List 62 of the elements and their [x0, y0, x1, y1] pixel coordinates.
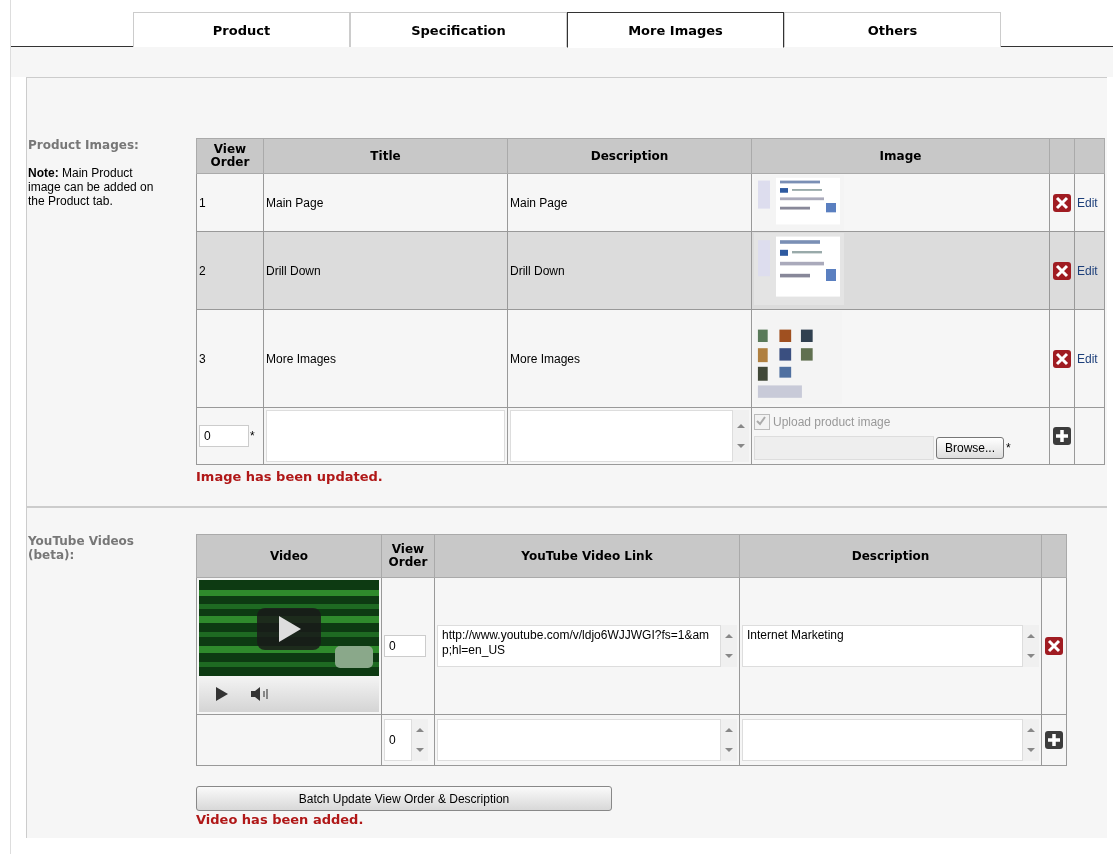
edit-link[interactable]: Edit	[1077, 351, 1098, 366]
browse-button[interactable]: Browse...	[936, 437, 1004, 459]
edit-link[interactable]: Edit	[1077, 195, 1098, 210]
view-order-field[interactable]: 0	[199, 425, 249, 447]
column-header: View Order	[196, 138, 264, 174]
table-cell: More Images	[510, 351, 581, 366]
scroll-arrows-icon[interactable]	[1023, 719, 1039, 761]
delete-icon[interactable]	[1052, 348, 1072, 369]
tab[interactable]: Product	[133, 12, 350, 47]
table-cell: 2	[199, 263, 206, 278]
checkbox-label: Upload product image	[773, 415, 891, 429]
note-text: Note: Main Product image can be added on the Product tab.	[28, 166, 155, 208]
table-cell: Main Page	[510, 195, 568, 210]
title-field[interactable]	[266, 410, 505, 462]
file-path-field[interactable]	[754, 436, 934, 460]
view-order-field[interactable]: 0	[384, 719, 412, 761]
column-header	[1041, 534, 1067, 578]
section-label: Product Images:	[28, 138, 140, 152]
spin-arrows-icon[interactable]	[412, 719, 428, 761]
edit-link[interactable]: Edit	[1077, 263, 1098, 278]
column-header: YouTube Video Link	[434, 534, 740, 578]
column-header: View Order	[381, 534, 435, 578]
table-cell: 3	[199, 351, 206, 366]
status-message: Image has been updated.	[196, 469, 384, 484]
tab[interactable]: Others	[784, 12, 1001, 47]
column-header: Title	[263, 138, 508, 174]
video-link-field[interactable]: http://www.youtube.com/v/ldjo6WJJWGI?fs=1&amp;hl=en_US	[437, 625, 721, 667]
view-order-field[interactable]: 0	[384, 635, 426, 657]
scroll-arrows-icon[interactable]	[721, 719, 737, 761]
column-header: Description	[739, 534, 1042, 578]
add-icon[interactable]	[1044, 730, 1064, 750]
delete-icon[interactable]	[1052, 192, 1072, 213]
video-player[interactable]	[199, 580, 379, 712]
scroll-arrows-icon[interactable]	[721, 625, 737, 667]
column-header	[1049, 138, 1075, 174]
delete-icon[interactable]	[1044, 636, 1064, 656]
status-message: Video has been added.	[196, 812, 365, 827]
video-description-field[interactable]	[742, 719, 1023, 761]
add-icon[interactable]	[1052, 426, 1072, 446]
column-header: Video	[196, 534, 382, 578]
required-mark: *	[250, 429, 255, 443]
delete-icon[interactable]	[1052, 260, 1072, 281]
video-link-field[interactable]	[437, 719, 721, 761]
table-cell: Drill Down	[510, 263, 565, 278]
column-header: Image	[751, 138, 1050, 174]
section-label: YouTube Videos (beta):	[28, 534, 135, 562]
table-cell: 1	[199, 195, 206, 210]
scroll-arrows-icon[interactable]	[733, 410, 749, 462]
scroll-arrows-icon[interactable]	[1023, 625, 1039, 667]
table-row[interactable]: 2 Drill Down Drill Down Edit	[196, 231, 1105, 310]
tab[interactable]: Specification	[350, 12, 567, 47]
table-cell: Drill Down	[266, 263, 321, 278]
batch-update-button[interactable]: Batch Update View Order & Description	[196, 786, 612, 811]
table-cell: More Images	[266, 351, 337, 366]
video-description-field[interactable]: Internet Marketing	[742, 625, 1023, 667]
tab[interactable]: More Images	[567, 12, 784, 48]
table-cell: Main Page	[266, 195, 324, 210]
table-row[interactable]: 1 Main Page Main Page Edit	[196, 173, 1105, 232]
required-mark: *	[1006, 441, 1011, 455]
description-field[interactable]	[510, 410, 733, 462]
table-row[interactable]: 3 More Images More Images Edit	[196, 309, 1105, 408]
column-header: Description	[507, 138, 752, 174]
